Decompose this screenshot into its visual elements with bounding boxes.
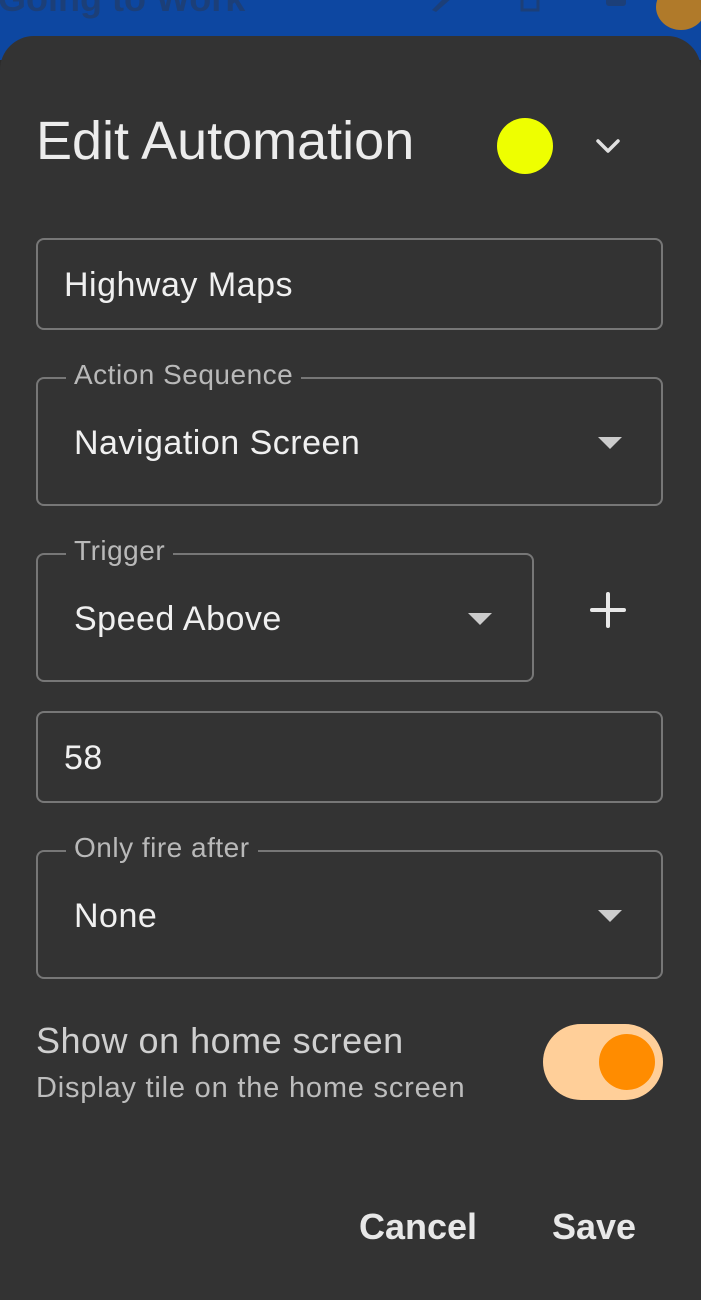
app-bar-title: Going to Work xyxy=(0,0,245,20)
home-screen-toggle-title: Show on home screen xyxy=(36,1020,404,1061)
add-trigger-icon[interactable] xyxy=(584,586,632,634)
only-fire-after-dropdown[interactable]: Only fire after None xyxy=(36,832,663,979)
home-screen-switch[interactable] xyxy=(543,1024,663,1100)
home-screen-toggle-subtitle: Display tile on the home screen xyxy=(36,1072,466,1104)
chevron-down-icon[interactable] xyxy=(594,134,622,158)
color-picker-swatch[interactable] xyxy=(497,118,553,174)
delete-icon[interactable] xyxy=(604,0,628,12)
dropdown-arrow-icon xyxy=(598,910,622,922)
trigger-value: Speed Above xyxy=(74,600,282,638)
trigger-dropdown[interactable]: Trigger Speed Above xyxy=(36,535,534,682)
cancel-button[interactable]: Cancel xyxy=(359,1206,477,1248)
save-button[interactable]: Save xyxy=(552,1206,636,1248)
dropdown-arrow-icon xyxy=(468,613,492,625)
trigger-label: Trigger xyxy=(66,535,174,567)
dropdown-arrow-icon xyxy=(598,437,622,449)
switch-knob xyxy=(599,1034,655,1090)
dialog-title: Edit Automation xyxy=(36,111,415,171)
avatar[interactable] xyxy=(656,0,701,30)
automation-name-field[interactable]: Highway Maps xyxy=(36,238,663,330)
only-fire-after-value: None xyxy=(74,897,158,935)
edit-icon[interactable] xyxy=(430,0,454,12)
copy-icon[interactable] xyxy=(516,0,540,12)
automation-name-value: Highway Maps xyxy=(64,266,293,304)
trigger-value-field[interactable]: 58 xyxy=(36,711,663,803)
trigger-value-input: 58 xyxy=(64,739,103,777)
only-fire-after-label: Only fire after xyxy=(66,832,258,864)
action-sequence-label: Action Sequence xyxy=(66,359,302,391)
action-sequence-value: Navigation Screen xyxy=(74,424,361,462)
action-sequence-dropdown[interactable]: Action Sequence Navigation Screen xyxy=(36,359,663,506)
